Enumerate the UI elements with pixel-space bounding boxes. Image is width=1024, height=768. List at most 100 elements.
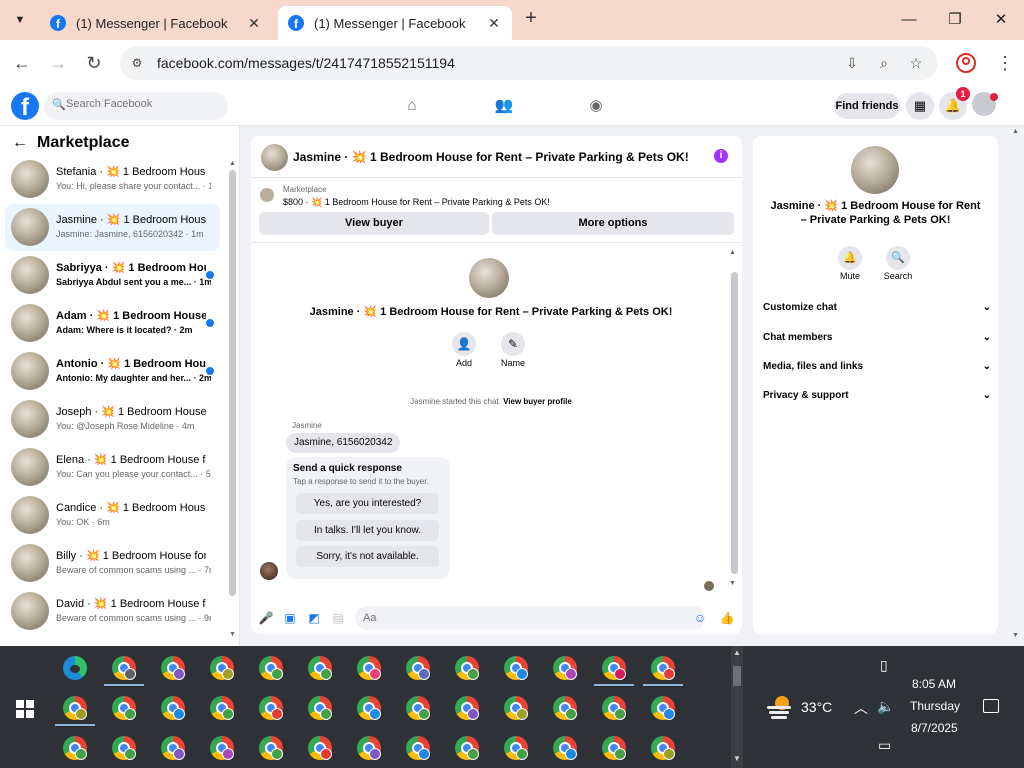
- facebook-logo-icon[interactable]: f: [11, 92, 39, 120]
- facebook-search-input[interactable]: [66, 98, 216, 110]
- avatar[interactable]: [261, 144, 288, 171]
- microphone-icon[interactable]: 🎤: [257, 609, 275, 627]
- back-arrow-icon[interactable]: ←: [9, 50, 35, 76]
- browser-tab-2[interactable]: f (1) Messenger | Facebook ✕: [278, 6, 512, 40]
- chrome-profile-icon[interactable]: [553, 656, 577, 680]
- chat-title[interactable]: Jasmine · 💥 1 Bedroom House for Rent – P…: [293, 150, 689, 164]
- site-info-icon[interactable]: ⚙: [128, 54, 146, 72]
- customize-chat-row[interactable]: Customize chat ⌄: [763, 297, 991, 319]
- emoji-icon[interactable]: ☺: [691, 609, 709, 627]
- chrome-profile-icon[interactable]: [455, 736, 479, 760]
- chat-scrollbar[interactable]: [731, 272, 738, 574]
- chrome-profile-icon[interactable]: [112, 696, 136, 720]
- media-files-links-row[interactable]: Media, files and links ⌄: [763, 356, 991, 378]
- gif-icon[interactable]: ▤: [329, 609, 347, 627]
- menu-grid-icon[interactable]: ▦: [906, 92, 934, 120]
- chrome-profile-icon[interactable]: [406, 656, 430, 680]
- chrome-profile-icon[interactable]: [406, 696, 430, 720]
- view-buyer-button[interactable]: View buyer: [259, 212, 489, 235]
- photo-gallery-icon[interactable]: ▣: [281, 609, 299, 627]
- scrollbar-thumb[interactable]: [733, 666, 741, 686]
- chrome-profile-icon[interactable]: [161, 656, 185, 680]
- thumbs-up-icon[interactable]: 👍: [718, 609, 736, 627]
- chrome-profile-icon[interactable]: [455, 696, 479, 720]
- scroll-down-arrow-icon[interactable]: ▼: [731, 754, 743, 763]
- close-tab-icon[interactable]: ✕: [246, 15, 262, 32]
- notification-center-icon[interactable]: [983, 699, 999, 713]
- home-icon[interactable]: ⌂: [402, 96, 422, 116]
- url-text[interactable]: facebook.com/messages/t/2417471855215119…: [157, 55, 455, 71]
- restore-window-icon[interactable]: ❐: [940, 8, 970, 32]
- close-tab-icon[interactable]: ✕: [486, 15, 502, 32]
- chrome-profile-icon[interactable]: [651, 736, 675, 760]
- chat-members-row[interactable]: Chat members ⌄: [763, 327, 991, 349]
- conversation-item[interactable]: Stefania · 💥 1 Bedroom House ... You: Hi…: [5, 156, 220, 203]
- friends-icon[interactable]: 👥: [494, 96, 514, 116]
- listing-thumbnail[interactable]: [260, 188, 274, 202]
- page-scroll-down-arrow-icon[interactable]: ▼: [1012, 632, 1019, 639]
- chrome-profile-icon[interactable]: [161, 696, 185, 720]
- conversation-item[interactable]: Jasmine · 💥 1 Bedroom House ... Jasmine:…: [5, 204, 220, 251]
- scroll-up-arrow-icon[interactable]: ▲: [731, 648, 743, 657]
- volume-icon[interactable]: 🔈: [877, 698, 894, 715]
- chrome-profile-icon[interactable]: [210, 736, 234, 760]
- chrome-profile-icon[interactable]: [504, 696, 528, 720]
- chrome-profile-icon[interactable]: [308, 736, 332, 760]
- scroll-down-arrow-icon[interactable]: ▼: [729, 580, 736, 587]
- chrome-profile-icon[interactable]: [112, 656, 136, 680]
- chrome-profile-icon[interactable]: [112, 736, 136, 760]
- edit-name-pencil-icon[interactable]: ✎: [501, 332, 525, 356]
- scroll-up-arrow-icon[interactable]: ▲: [229, 160, 236, 167]
- touch-keyboard-icon[interactable]: ▯: [880, 657, 888, 674]
- view-buyer-profile-link[interactable]: View buyer profile: [503, 397, 572, 406]
- more-options-button[interactable]: More options: [492, 212, 734, 235]
- conversation-item[interactable]: Elena · 💥 1 Bedroom House fo... You: Can…: [5, 444, 220, 491]
- conversation-item[interactable]: Adam · 💥 1 Bedroom House ... Adam: Where…: [5, 300, 220, 347]
- chrome-profile-icon[interactable]: [504, 736, 528, 760]
- chrome-profile-icon[interactable]: [651, 656, 675, 680]
- forward-arrow-icon[interactable]: →: [45, 50, 71, 76]
- new-tab-plus-icon[interactable]: +: [520, 8, 542, 30]
- chrome-profile-icon[interactable]: [357, 656, 381, 680]
- windows-start-icon[interactable]: [16, 700, 34, 718]
- quick-response-button[interactable]: Sorry, it's not available.: [296, 546, 439, 567]
- minimize-window-icon[interactable]: —: [894, 8, 924, 32]
- find-friends-button[interactable]: Find friends: [834, 93, 900, 119]
- clock-day[interactable]: Thursday: [910, 699, 960, 713]
- chrome-profile-icon[interactable]: [259, 736, 283, 760]
- listing-price[interactable]: $800 · 💥 1 Bedroom House for Rent – Priv…: [283, 197, 550, 208]
- reload-icon[interactable]: ↻: [81, 50, 107, 76]
- network-icon[interactable]: ▭: [878, 737, 891, 754]
- sidebar-scrollbar[interactable]: [229, 170, 236, 596]
- chrome-profile-icon[interactable]: [602, 656, 626, 680]
- scroll-up-arrow-icon[interactable]: ▲: [729, 249, 736, 256]
- weather-temperature[interactable]: 33°C: [801, 699, 832, 715]
- chrome-profile-icon[interactable]: [210, 656, 234, 680]
- chrome-profile-icon[interactable]: [63, 696, 87, 720]
- weather-sun-icon[interactable]: [767, 696, 793, 719]
- quick-response-button[interactable]: Yes, are you interested?: [296, 493, 439, 514]
- facebook-search-box[interactable]: 🔍: [44, 92, 228, 120]
- privacy-support-row[interactable]: Privacy & support ⌄: [763, 385, 991, 407]
- scroll-down-arrow-icon[interactable]: ▼: [229, 631, 236, 638]
- chrome-profile-icon[interactable]: [553, 736, 577, 760]
- clock-time[interactable]: 8:05 AM: [912, 677, 956, 691]
- chrome-profile-icon[interactable]: [357, 696, 381, 720]
- bookmark-star-icon[interactable]: ☆: [906, 53, 926, 73]
- chrome-profile-icon[interactable]: [357, 736, 381, 760]
- taskbar-scrollbar[interactable]: ▲ ▼: [731, 646, 743, 768]
- chrome-profile-icon[interactable]: [259, 696, 283, 720]
- mute-bell-icon[interactable]: 🔔: [838, 246, 862, 270]
- chrome-profile-icon[interactable]: [259, 656, 283, 680]
- chrome-profile-icon[interactable]: [406, 736, 430, 760]
- conversation-item[interactable]: Antonio · 💥 1 Bedroom Hous... Antonio: M…: [5, 348, 220, 395]
- chrome-profile-icon[interactable]: [651, 696, 675, 720]
- chrome-profile-icon[interactable]: [602, 696, 626, 720]
- address-bar[interactable]: ⚙ facebook.com/messages/t/24174718552151…: [120, 46, 938, 80]
- chrome-profile-icon[interactable]: [455, 656, 479, 680]
- conversation-item[interactable]: Candice · 💥 1 Bedroom House ... You: OK …: [5, 492, 220, 539]
- close-window-icon[interactable]: ✕: [986, 8, 1016, 32]
- browser-tab-1[interactable]: f (1) Messenger | Facebook ✕: [40, 6, 272, 40]
- search-icon[interactable]: 🔍: [886, 246, 910, 270]
- chrome-profile-icon[interactable]: [308, 696, 332, 720]
